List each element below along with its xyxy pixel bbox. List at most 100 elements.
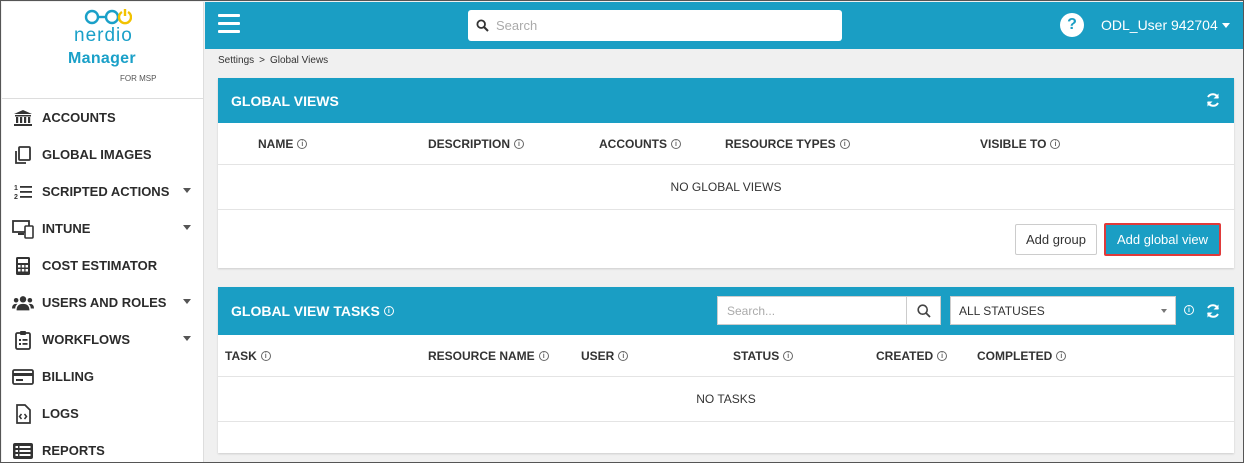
info-icon[interactable]: i — [671, 139, 681, 149]
sidebar-item-billing[interactable]: BILLING — [2, 358, 203, 395]
column-status[interactable]: STATUS i — [733, 335, 794, 377]
column-label: DESCRIPTION — [428, 137, 511, 151]
info-icon[interactable]: i — [297, 139, 308, 149]
sidebar-item-cost-estimator[interactable]: COST ESTIMATOR — [2, 247, 203, 284]
column-label: RESOURCE NAME — [428, 349, 535, 363]
ordered-list-icon: 12 — [12, 181, 34, 203]
column-user[interactable]: USER i — [581, 335, 629, 377]
logo-nerdio-text: nerdio — [74, 25, 133, 46]
sidebar-nav: ACCOUNTS GLOBAL IMAGES 12 SCRIPTED ACTIO… — [2, 99, 203, 462]
credit-card-icon — [12, 366, 34, 388]
app-window: nerdio Manager FOR MSP ACCOUNTS GLOBAL I… — [0, 0, 1244, 463]
global-view-tasks-panel: GLOBAL VIEW TASKS i ALL STATUSES i TASKi… — [218, 287, 1234, 453]
column-label: STATUS — [733, 349, 780, 363]
sidebar-item-label: WORKFLOWS — [42, 332, 131, 347]
info-icon[interactable]: i — [1056, 351, 1067, 361]
column-label: TASK — [225, 349, 257, 363]
column-label: RESOURCE TYPES — [725, 137, 836, 151]
sidebar-item-label: ACCOUNTS — [42, 110, 116, 125]
info-icon[interactable]: i — [1050, 139, 1061, 149]
refresh-icon[interactable] — [1205, 303, 1221, 319]
info-icon[interactable]: i — [783, 351, 794, 361]
hamburger-menu-icon[interactable] — [218, 14, 240, 34]
logo-msp-text: FOR MSP — [120, 74, 157, 83]
sidebar-item-label: COST ESTIMATOR — [42, 258, 158, 273]
sidebar-item-logs[interactable]: LOGS — [2, 395, 203, 432]
sidebar-item-workflows[interactable]: WORKFLOWS — [2, 321, 203, 358]
chevron-down-icon — [1161, 309, 1167, 313]
code-file-icon — [12, 403, 34, 425]
global-search-input[interactable] — [496, 10, 842, 41]
info-icon[interactable]: i — [618, 351, 629, 361]
global-search[interactable] — [468, 10, 842, 41]
logo[interactable]: nerdio Manager FOR MSP — [2, 2, 203, 99]
column-label: USER — [581, 349, 615, 363]
global-views-header: GLOBAL VIEWS — [218, 78, 1234, 123]
sidebar: nerdio Manager FOR MSP ACCOUNTS GLOBAL I… — [2, 2, 204, 462]
column-accounts[interactable]: ACCOUNTS i — [599, 123, 681, 165]
sidebar-item-label: SCRIPTED ACTIONS — [42, 184, 170, 199]
tasks-title: GLOBAL VIEW TASKS i — [231, 303, 394, 319]
column-resource-types[interactable]: RESOURCE TYPES i — [725, 123, 850, 165]
users-icon — [12, 292, 34, 314]
breadcrumb-separator: > — [259, 55, 265, 66]
column-label: CREATED — [876, 349, 934, 363]
tasks-search-button[interactable] — [906, 297, 940, 324]
breadcrumb-settings[interactable]: Settings — [218, 55, 254, 66]
sidebar-item-accounts[interactable]: ACCOUNTS — [2, 99, 203, 136]
copy-icon — [12, 144, 34, 166]
sidebar-item-label: INTUNE — [42, 221, 91, 236]
tasks-title-text: GLOBAL VIEW TASKS — [231, 303, 380, 319]
tasks-search-input[interactable] — [718, 297, 906, 324]
global-views-table-header: NAME i DESCRIPTION i ACCOUNTS i RESOURCE TY… — [218, 123, 1234, 165]
column-resource-name[interactable]: RESOURCE NAME i — [428, 335, 549, 377]
chevron-down-icon — [183, 299, 191, 304]
info-icon[interactable]: i — [937, 351, 948, 361]
info-icon[interactable]: i — [260, 351, 271, 361]
chevron-down-icon — [183, 336, 191, 341]
devices-icon — [12, 218, 34, 240]
info-icon[interactable]: i — [1184, 305, 1194, 315]
clipboard-icon — [12, 329, 34, 351]
info-icon[interactable]: i — [538, 351, 549, 361]
sidebar-item-global-images[interactable]: GLOBAL IMAGES — [2, 136, 203, 173]
status-filter-select[interactable]: ALL STATUSES — [950, 296, 1176, 325]
tasks-search[interactable] — [717, 296, 941, 325]
add-group-button[interactable]: Add group — [1015, 224, 1097, 255]
user-menu[interactable]: ODL_User 942704 — [1101, 17, 1230, 33]
chevron-down-icon — [1221, 22, 1230, 28]
svg-text:2: 2 — [14, 194, 18, 201]
column-task[interactable]: TASK i — [225, 335, 271, 377]
info-icon[interactable]: i — [839, 139, 850, 149]
sidebar-item-reports[interactable]: REPORTS — [2, 432, 203, 462]
column-label: VISIBLE TO — [980, 137, 1047, 151]
column-completed[interactable]: COMPLETED i — [977, 335, 1067, 377]
sidebar-item-users-and-roles[interactable]: USERS AND ROLES — [2, 284, 203, 321]
column-label: COMPLETED — [977, 349, 1053, 363]
column-visible-to[interactable]: VISIBLE TO i — [980, 123, 1061, 165]
info-icon[interactable]: i — [383, 306, 394, 316]
column-name[interactable]: NAME i — [258, 123, 308, 165]
sidebar-item-label: USERS AND ROLES — [42, 295, 167, 310]
help-icon[interactable]: ? — [1060, 13, 1084, 37]
chevron-down-icon — [183, 188, 191, 193]
global-views-title: GLOBAL VIEWS — [231, 92, 339, 109]
info-icon[interactable]: i — [514, 139, 525, 149]
column-created[interactable]: CREATED i — [876, 335, 948, 377]
sidebar-item-scripted-actions[interactable]: 12 SCRIPTED ACTIONS — [2, 173, 203, 210]
status-filter-value: ALL STATUSES — [959, 303, 1045, 318]
global-views-empty: NO GLOBAL VIEWS — [218, 165, 1234, 210]
sidebar-item-intune[interactable]: INTUNE — [2, 210, 203, 247]
refresh-icon[interactable] — [1205, 92, 1221, 108]
sidebar-item-label: REPORTS — [42, 443, 105, 458]
bank-icon — [12, 107, 34, 129]
column-label: ACCOUNTS — [599, 137, 667, 151]
add-global-view-button[interactable]: Add global view — [1104, 223, 1221, 256]
breadcrumb-current: Global Views — [269, 55, 329, 66]
logo-manager-text: Manager — [68, 50, 136, 67]
search-icon — [916, 303, 931, 318]
tasks-table-header: TASK i RESOURCE NAME i USER i STATUS i CREAT… — [218, 335, 1234, 377]
sidebar-item-label: GLOBAL IMAGES — [42, 147, 152, 162]
column-description[interactable]: DESCRIPTION i — [428, 123, 525, 165]
global-views-panel: GLOBAL VIEWS NAME i DESCRIPTION i ACCOUNTS… — [218, 78, 1234, 268]
